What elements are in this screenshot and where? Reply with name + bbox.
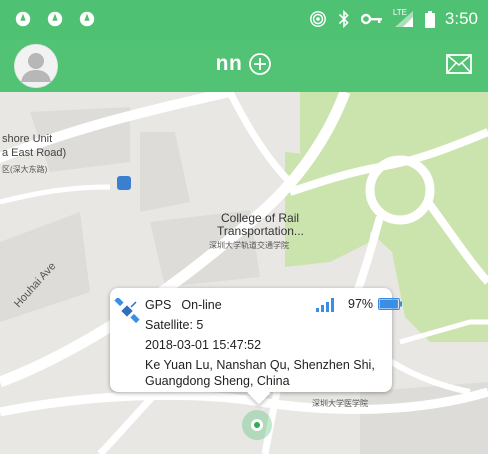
vpn-key-icon xyxy=(360,13,382,25)
notification-circle-icon xyxy=(15,11,31,27)
satellite-count: 5 xyxy=(196,318,204,332)
map-view[interactable]: shore Unit a East Road) 区(深大东路) College … xyxy=(0,92,488,454)
notification-circle-icon xyxy=(79,11,95,27)
map-label-college-line2: Transportation... xyxy=(217,224,304,238)
online-status: On-line xyxy=(181,298,222,312)
map-label-east-road: a East Road) xyxy=(2,147,67,159)
battery-icon xyxy=(424,10,435,28)
address-line2: Guangdong Sheng, China xyxy=(145,374,290,388)
battery-percent: 97% xyxy=(348,297,374,311)
satellite-icon xyxy=(114,298,140,324)
device-info-popup[interactable]: GPS On-line 97% Satellite: 5 2018-03-01 1… xyxy=(110,288,402,392)
hotspot-icon xyxy=(309,11,326,27)
title-group: nn xyxy=(0,52,488,76)
add-device-button[interactable] xyxy=(248,52,272,76)
satellite-row: Satellite: 5 xyxy=(145,318,203,332)
bluetooth-icon xyxy=(338,10,349,28)
lte-signal-icon: LTE xyxy=(392,8,415,28)
mail-icon xyxy=(446,54,472,74)
plus-circle-icon xyxy=(249,53,272,75)
notification-icons xyxy=(14,10,96,28)
clock: 3:50 xyxy=(444,9,478,28)
datetime-row: 2018-03-01 15:47:52 xyxy=(145,338,262,352)
app-bar: nn xyxy=(0,40,488,92)
location-pin-icon[interactable] xyxy=(242,410,272,440)
gps-status-row: GPS On-line xyxy=(145,298,222,312)
lte-label: LTE xyxy=(392,8,407,17)
map-label-medical-cjk: 深圳大学医学院 xyxy=(312,399,368,408)
battery-level-icon xyxy=(378,298,402,310)
bus-stop-icon xyxy=(117,176,131,190)
map-label-unit: shore Unit xyxy=(2,133,53,145)
status-bar: LTE 3:50 xyxy=(0,0,488,40)
location-pin-dot xyxy=(251,419,263,431)
satellite-label: Satellite: xyxy=(145,318,197,332)
map-label-college-cjk: 深圳大学轨道交通学院 xyxy=(209,241,289,250)
address-line1: Ke Yuan Lu, Nanshan Qu, Shenzhen Shi, xyxy=(145,358,375,372)
page-title: nn xyxy=(215,52,243,75)
map-label-east-road-cjk: 区(深大东路) xyxy=(2,165,48,174)
system-icons: LTE 3:50 xyxy=(309,8,478,29)
notification-circle-icon xyxy=(47,11,63,27)
signal-bars-icon xyxy=(316,298,334,312)
gps-label: GPS xyxy=(145,298,172,312)
mail-button[interactable] xyxy=(446,54,472,74)
map-canvas xyxy=(0,92,488,454)
